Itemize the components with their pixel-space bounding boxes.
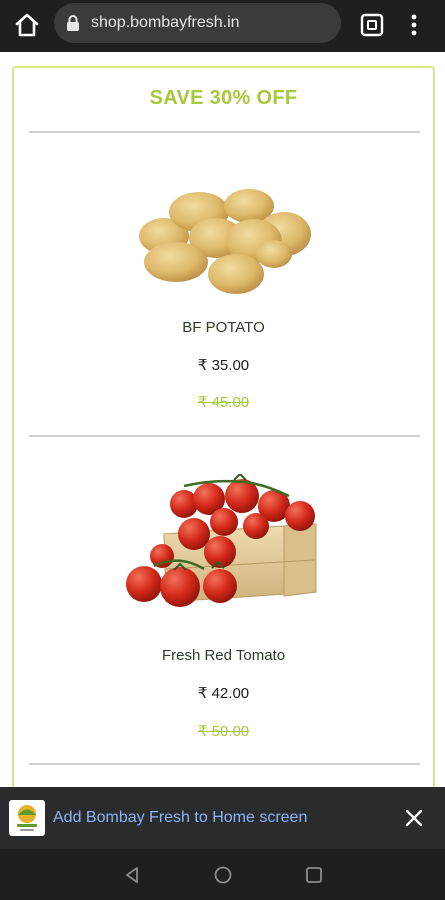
divider (29, 763, 420, 765)
potato-image[interactable] (124, 164, 324, 294)
lock-icon (66, 14, 80, 32)
product-price: ₹ 35.00 (197, 357, 250, 374)
product-old-price: ₹ 45.00 (197, 394, 250, 411)
product-name[interactable]: BF POTATO (14, 319, 433, 336)
product-price: ₹ 42.00 (197, 685, 250, 702)
divider (29, 435, 420, 437)
divider (29, 131, 420, 133)
home-icon[interactable] (12, 10, 42, 40)
product-name[interactable]: Fresh Red Tomato (14, 647, 433, 664)
more-vert-icon[interactable] (404, 12, 424, 38)
promo-card: SAVE 30% OFF BF POTATO ₹ 35.00 ₹ 45.00 F… (12, 66, 435, 787)
close-icon[interactable] (404, 808, 424, 828)
address-bar[interactable]: shop.bombayfresh.in (54, 3, 341, 43)
add-to-home-banner[interactable]: Add Bombay Fresh to Home screen (0, 787, 445, 849)
tomato-image[interactable] (124, 472, 324, 624)
tabs-icon[interactable] (359, 12, 385, 38)
nav-recents-icon[interactable] (304, 865, 324, 885)
browser-toolbar: shop.bombayfresh.in (0, 0, 445, 52)
system-nav-bar (0, 849, 445, 900)
bombay-fresh-logo-icon (9, 800, 45, 836)
add-to-home-text[interactable]: Add Bombay Fresh to Home screen (53, 809, 307, 827)
product-old-price: ₹ 50.00 (197, 723, 250, 740)
nav-home-icon[interactable] (213, 865, 233, 885)
url-text: shop.bombayfresh.in (91, 14, 240, 31)
page-content: SAVE 30% OFF BF POTATO ₹ 35.00 ₹ 45.00 F… (0, 52, 445, 787)
nav-back-icon[interactable] (122, 865, 142, 885)
promo-title: SAVE 30% OFF (149, 87, 298, 109)
